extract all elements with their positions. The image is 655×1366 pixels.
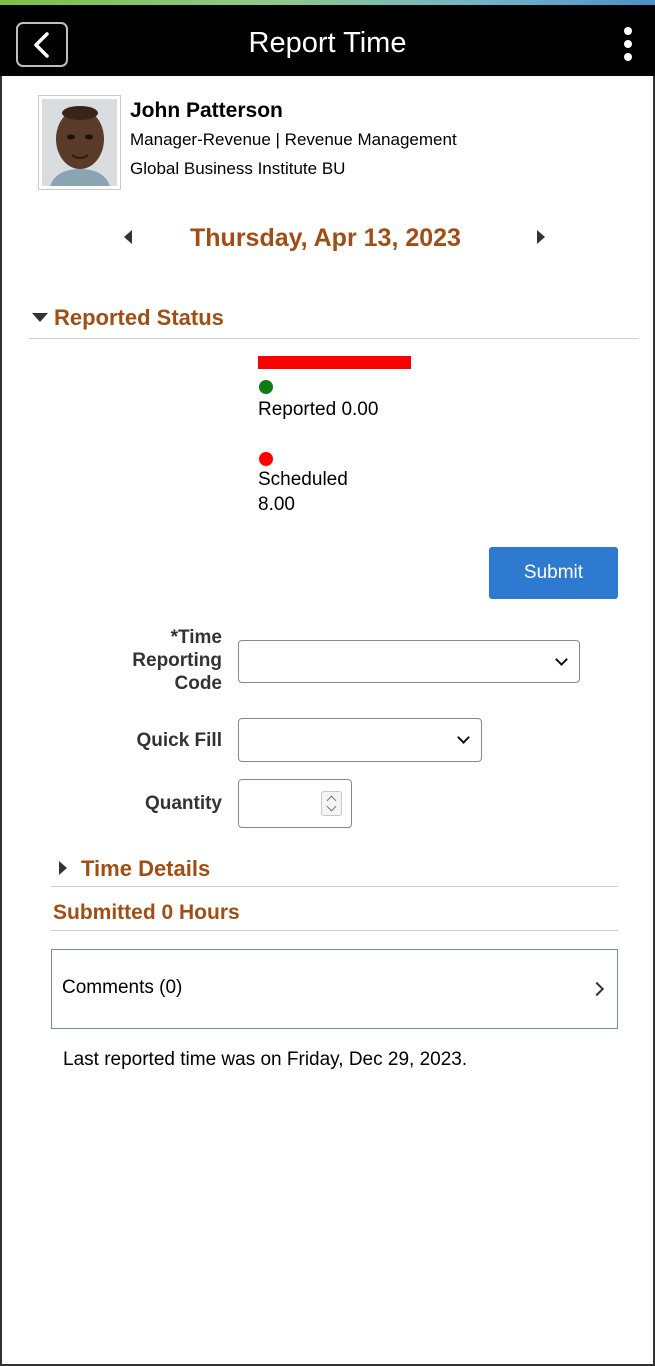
- chevron-right-icon: [589, 981, 605, 997]
- submit-button[interactable]: Submit: [489, 547, 618, 599]
- quantity-stepper[interactable]: [238, 779, 352, 828]
- submitted-hours-heading: Submitted 0 Hours: [53, 901, 240, 924]
- reported-status-toggle[interactable]: Reported Status: [32, 305, 224, 331]
- reported-status-heading: Reported Status: [54, 305, 224, 330]
- chevron-down-icon: [457, 731, 470, 744]
- comments-row[interactable]: Comments (0): [51, 949, 618, 1029]
- next-day-icon[interactable]: [537, 230, 545, 244]
- reported-progress-bar: [258, 356, 411, 369]
- scheduled-legend-dot: [259, 452, 273, 466]
- avatar: [38, 95, 121, 190]
- date-navigator: Thursday, Apr 13, 2023: [0, 222, 655, 258]
- time-details-heading: Time Details: [81, 856, 211, 881]
- trc-label-line: Code: [174, 673, 223, 694]
- collapse-triangle-icon: [32, 312, 48, 322]
- current-date: Thursday, Apr 13, 2023: [190, 224, 461, 252]
- trc-label-line: Reporting: [132, 650, 222, 671]
- trc-label-line: *Time: [170, 627, 222, 648]
- quick-fill-label: Quick Fill: [136, 730, 222, 751]
- scheduled-legend-label: Scheduled: [258, 469, 348, 490]
- employee-business-unit: Global Business Institute BU: [130, 159, 346, 178]
- quantity-label: Quantity: [144, 793, 222, 814]
- expand-triangle-icon: [59, 861, 67, 876]
- header-bar: Report Time: [0, 5, 655, 76]
- scheduled-legend-value: 8.00: [258, 494, 295, 515]
- quick-fill-select[interactable]: [238, 718, 482, 762]
- app-frame: [0, 0, 655, 1366]
- previous-day-icon[interactable]: [124, 230, 132, 244]
- comments-label: Comments (0): [62, 977, 183, 998]
- chevron-down-icon: [555, 653, 568, 666]
- trc-label: *Time Reporting Code: [100, 626, 222, 695]
- last-reported-note: Last reported time was on Friday, Dec 29…: [63, 1049, 468, 1070]
- time-reporting-code-select[interactable]: [238, 640, 580, 683]
- employee-photo: [42, 99, 117, 186]
- time-details-toggle[interactable]: Time Details: [59, 856, 210, 882]
- page-title: Report Time: [248, 27, 407, 59]
- reported-legend-dot: [259, 380, 273, 394]
- employee-name: John Patterson: [130, 99, 283, 122]
- reported-legend-label: Reported 0.00: [258, 399, 379, 420]
- section-divider: [51, 886, 618, 887]
- more-vertical-icon[interactable]: [616, 25, 640, 69]
- section-divider: [51, 930, 618, 931]
- spinner-arrows-icon[interactable]: [321, 791, 342, 816]
- employee-job-title: Manager-Revenue | Revenue Management: [130, 130, 457, 149]
- section-divider: [29, 338, 639, 339]
